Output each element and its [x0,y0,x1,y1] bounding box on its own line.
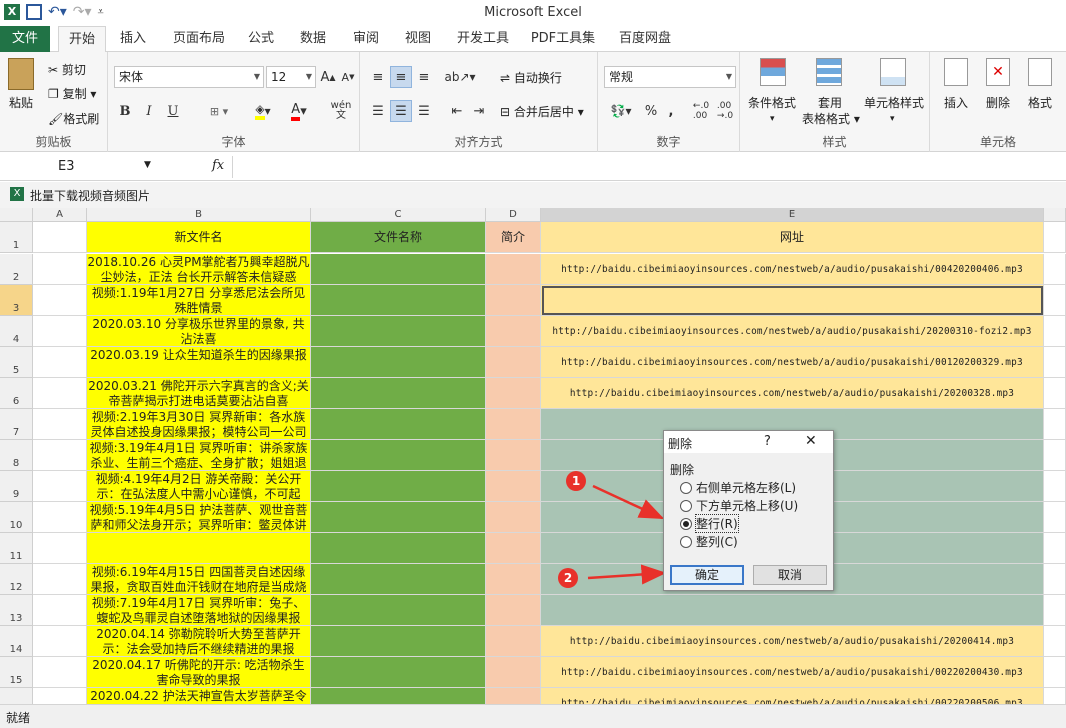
annotation-badge-2: 2 [558,568,578,588]
radio-option[interactable]: 下方单元格上移(U) [680,497,798,514]
radio-circle-icon [680,535,692,548]
dialog-title-bar: 删除 ? ✕ [664,431,833,453]
annotation-badge-1: 1 [566,471,586,491]
cancel-button[interactable]: 取消 [753,565,827,585]
dialog-title: 删除 [668,437,693,451]
radio-option[interactable]: 整列(C) [680,533,738,550]
radio-circle-icon [680,499,692,512]
status-bar: 就绪 [0,704,1066,728]
arrow-2 [587,564,667,585]
annotation-arrows [587,484,667,585]
radio-circle-icon [680,517,692,530]
radio-circle-icon [680,481,692,494]
radio-option[interactable]: 整行(R) [680,514,739,533]
arrow-1 [592,484,665,520]
help-icon[interactable]: ? [764,434,771,449]
dialog-group-label: 删除 [670,463,695,477]
delete-dialog: 删除 ? ✕ 删除 右侧单元格左移(L) 下方单元格上移(U) 整行(R) 整列(C)… [663,430,834,591]
status-ready: 就绪 [6,711,31,725]
close-icon[interactable]: ✕ [805,433,817,449]
ok-button[interactable]: 确定 [670,565,744,585]
radio-option[interactable]: 右侧单元格左移(L) [680,479,796,496]
